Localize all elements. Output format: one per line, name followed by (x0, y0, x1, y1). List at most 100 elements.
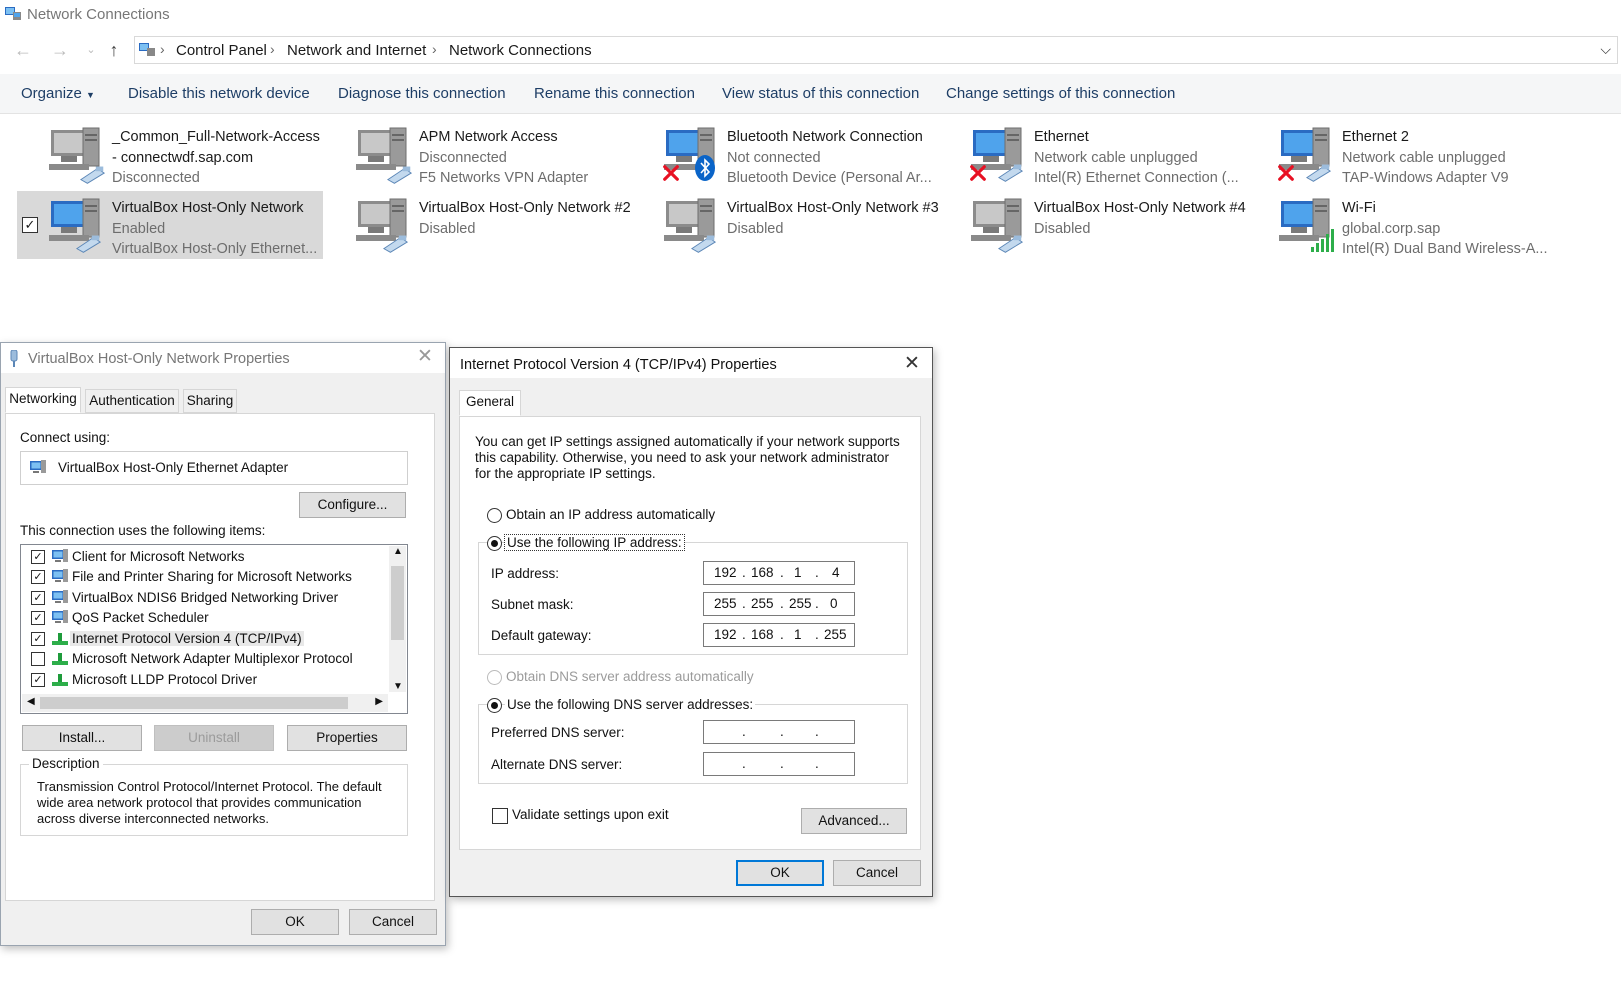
connection-tile[interactable]: VirtualBox Host-Only Network #4 Disabled (939, 191, 1246, 259)
back-arrow-icon[interactable]: ← (12, 39, 34, 61)
item-label: Client for Microsoft Networks (72, 549, 245, 564)
tab-general[interactable]: General (459, 390, 521, 416)
advanced-button[interactable]: Advanced... (801, 808, 907, 834)
default-gateway-input[interactable]: 192. 168. 1. 255 (703, 623, 855, 647)
up-arrow-icon[interactable]: ↑ (103, 39, 125, 61)
alternate-dns-input[interactable]: ... (703, 752, 855, 776)
validate-label[interactable]: Validate settings upon exit (512, 807, 669, 822)
vertical-scrollbar[interactable]: ▲ ▼ (389, 546, 406, 692)
connection-device: Intel(R) Dual Band Wireless-A... (1342, 241, 1548, 257)
item-label: File and Printer Sharing for Microsoft N… (72, 569, 352, 584)
item-label: Microsoft LLDP Protocol Driver (72, 672, 258, 687)
tab-sharing[interactable]: Sharing (183, 389, 237, 413)
disable-device-button[interactable]: Disable this network device (128, 85, 310, 102)
configure-button[interactable]: Configure... (299, 492, 406, 518)
connection-status: Disabled (727, 220, 784, 237)
item-checkbox[interactable]: ✓ (31, 673, 45, 687)
tab-networking[interactable]: Networking (5, 387, 81, 413)
item-checkbox[interactable] (31, 652, 45, 666)
item-checkbox[interactable]: ✓ (31, 632, 45, 646)
properties-button[interactable]: Properties (287, 725, 407, 751)
diagnose-connection-button[interactable]: Diagnose this connection (338, 85, 506, 102)
rename-connection-button[interactable]: Rename this connection (534, 85, 695, 102)
cancel-button[interactable]: Cancel (833, 860, 921, 886)
uninstall-button[interactable]: Uninstall (154, 725, 274, 751)
tab-authentication[interactable]: Authentication (85, 389, 179, 413)
connection-name: VirtualBox Host-Only Network (112, 200, 304, 216)
connection-tile[interactable]: _Common_Full-Network-Access - connectwdf… (17, 120, 323, 188)
client-network-icon (51, 610, 69, 626)
general-panel: You can get IP settings assigned automat… (459, 416, 921, 850)
ok-button[interactable]: OK (251, 909, 339, 935)
connection-tile[interactable]: APM Network Access Disconnected F5 Netwo… (324, 120, 630, 188)
use-ip-label[interactable]: Use the following IP address: (504, 534, 685, 551)
connection-tile[interactable]: Ethernet Network cable unplugged Intel(R… (939, 120, 1245, 188)
ok-button[interactable]: OK (736, 860, 824, 886)
description-label: Description (29, 756, 103, 771)
preferred-dns-input[interactable]: ... (703, 720, 855, 744)
breadcrumb-control-panel[interactable]: Control Panel (176, 42, 267, 59)
connection-name: VirtualBox Host-Only Network #3 (727, 200, 939, 216)
breadcrumb-network-connections[interactable]: Network Connections (449, 42, 592, 59)
use-dns-label[interactable]: Use the following DNS server addresses: (505, 697, 756, 712)
connection-name: _Common_Full-Network-Access - connectwdf… (112, 129, 320, 166)
connection-tile[interactable]: VirtualBox Host-Only Network #3 Disabled (632, 191, 939, 259)
cancel-button[interactable]: Cancel (349, 909, 437, 935)
connection-tile[interactable]: Bluetooth Network Connection Not connect… (632, 120, 938, 188)
use-dns-radio[interactable] (487, 698, 502, 713)
scrollbar-thumb[interactable] (391, 566, 404, 640)
item-label: Microsoft Network Adapter Multiplexor Pr… (72, 651, 353, 666)
item-checkbox[interactable]: ✓ (31, 611, 45, 625)
connection-status: Network cable unplugged (1034, 149, 1198, 166)
connection-tile[interactable]: Ethernet 2 Network cable unplugged TAP-W… (1247, 120, 1553, 188)
item-checkbox[interactable]: ✓ (31, 550, 45, 564)
install-button[interactable]: Install... (22, 725, 142, 751)
connection-tile-selected[interactable]: ✓ VirtualBox Host-Only Network Enabled V… (17, 191, 323, 259)
ip-octet: 255 (714, 596, 737, 611)
ip-address-input[interactable]: 192. 168. 1. 4 (703, 561, 855, 585)
connection-device: VirtualBox Host-Only Ethernet... (112, 241, 318, 257)
view-status-button[interactable]: View status of this connection (722, 85, 919, 102)
items-list[interactable]: ✓ Client for Microsoft Networks ✓ File a… (20, 544, 408, 714)
disconnected-x-icon (1277, 164, 1295, 182)
connection-status: Enabled (112, 220, 166, 237)
disconnected-x-icon (969, 164, 987, 182)
vpn-connector-icon (386, 164, 414, 184)
scroll-up-icon[interactable]: ▲ (393, 546, 403, 557)
ip-octet: 0 (830, 596, 838, 611)
obtain-dns-radio[interactable] (487, 670, 502, 685)
organize-menu[interactable]: Organize ▼ (21, 85, 95, 102)
change-settings-button[interactable]: Change settings of this connection (946, 85, 1175, 102)
network-connections-icon (5, 7, 21, 20)
subnet-mask-input[interactable]: 255. 255. 255. 0 (703, 592, 855, 616)
scrollbar-thumb[interactable] (40, 697, 348, 709)
breadcrumb-separator-icon: › (270, 41, 275, 57)
address-dropdown-icon[interactable]: ⌵ (1600, 41, 1611, 58)
scroll-left-icon[interactable]: ◀ (27, 696, 35, 707)
close-icon[interactable]: ✕ (900, 352, 924, 376)
close-icon[interactable]: ✕ (413, 345, 437, 369)
address-bar[interactable]: › Control Panel › Network and Internet ›… (134, 36, 1618, 64)
ip-octet: 168 (751, 627, 774, 642)
breadcrumb-separator-icon: › (160, 41, 165, 57)
obtain-ip-label[interactable]: Obtain an IP address automatically (506, 507, 715, 522)
forward-arrow-icon[interactable]: → (49, 39, 71, 61)
item-checkbox[interactable]: ✓ (31, 570, 45, 584)
item-checkbox[interactable]: ✓ (31, 591, 45, 605)
connection-tile[interactable]: Wi-Fi global.corp.sap Intel(R) Dual Band… (1247, 191, 1553, 259)
recent-locations-chevron-icon[interactable]: ⌄ (80, 39, 102, 61)
dialog-title: VirtualBox Host-Only Network Properties (28, 351, 290, 367)
scroll-right-icon[interactable]: ▶ (375, 696, 383, 707)
alternate-dns-label: Alternate DNS server: (491, 757, 623, 772)
breadcrumb-network-and-internet[interactable]: Network and Internet (287, 42, 426, 59)
obtain-dns-label[interactable]: Obtain DNS server address automatically (506, 669, 754, 684)
obtain-ip-radio[interactable] (487, 508, 502, 523)
scroll-down-icon[interactable]: ▼ (393, 681, 403, 692)
items-label: This connection uses the following items… (20, 523, 266, 538)
horizontal-scrollbar[interactable]: ◀ ▶ (22, 694, 388, 712)
use-ip-radio[interactable] (487, 536, 502, 551)
validate-checkbox[interactable] (492, 808, 508, 824)
tile-select-checkbox[interactable]: ✓ (22, 217, 38, 233)
connection-device: Bluetooth Device (Personal Ar... (727, 170, 932, 186)
connection-tile[interactable]: VirtualBox Host-Only Network #2 Disabled (324, 191, 631, 259)
